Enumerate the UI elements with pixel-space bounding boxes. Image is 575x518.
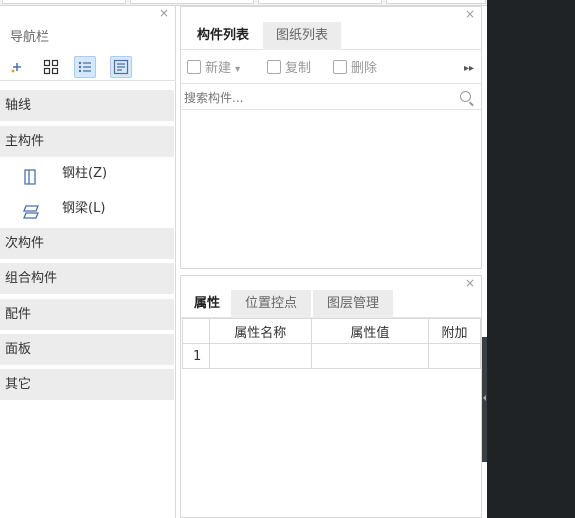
- collapse-arrow-icon[interactable]: [483, 395, 486, 401]
- steel-beam-icon: [22, 201, 39, 219]
- list-icon[interactable]: [74, 56, 96, 78]
- property-table: 属性名称 属性值 附加 1: [182, 318, 481, 369]
- row-index: 1: [182, 343, 210, 369]
- nav-category-other[interactable]: 其它: [0, 369, 174, 400]
- navigation-panel: × 导航栏 轴线 主构件 钢柱(Z) 钢梁(L) 次构件 组合构件 配件 面板 …: [0, 6, 176, 518]
- nav-title: 导航栏: [10, 30, 50, 45]
- top-tab-3[interactable]: [258, 0, 382, 4]
- tab-component-list[interactable]: 构件列表: [183, 22, 263, 50]
- header-property-value[interactable]: 属性值: [310, 318, 430, 344]
- nav-sub-steel-column[interactable]: 钢柱(Z): [0, 158, 174, 190]
- new-dropdown-icon[interactable]: ▾: [235, 64, 240, 75]
- header-extra[interactable]: 附加: [428, 318, 481, 344]
- header-property-name[interactable]: 属性名称: [208, 318, 312, 344]
- top-tab-2[interactable]: [130, 0, 254, 4]
- copy-label: 复制: [285, 61, 312, 76]
- cell-property-name[interactable]: [208, 343, 312, 369]
- copy-icon: [267, 60, 281, 74]
- tab-drawing-list[interactable]: 图纸列表: [263, 22, 341, 50]
- tab-position-control[interactable]: 位置控点: [231, 290, 311, 318]
- nav-sub-steel-beam[interactable]: 钢梁(L): [0, 193, 174, 225]
- delete-label: 删除: [351, 61, 378, 76]
- detail-icon[interactable]: [110, 56, 132, 78]
- component-panel: × 构件列表 图纸列表 新建 ▾ 复制 删除 ▸▸: [180, 6, 482, 269]
- steel-column-icon: [22, 166, 38, 185]
- cell-extra[interactable]: [428, 343, 481, 369]
- nav-category-main[interactable]: 主构件: [0, 126, 174, 157]
- nav-category-secondary[interactable]: 次构件: [0, 228, 174, 259]
- copy-button[interactable]: 复制: [267, 54, 311, 84]
- new-button[interactable]: 新建 ▾: [187, 54, 240, 84]
- component-toolbar: 新建 ▾ 复制 删除 ▸▸: [181, 54, 481, 84]
- steel-beam-label: 钢梁(L): [62, 201, 106, 216]
- property-tabs: 属性 位置控点 图层管理: [181, 290, 481, 318]
- header-index: [182, 318, 210, 344]
- search-icon[interactable]: [460, 91, 471, 102]
- top-tab-4[interactable]: [386, 0, 486, 4]
- nav-category-axis[interactable]: 轴线: [0, 90, 174, 121]
- top-tab-1[interactable]: [2, 0, 126, 4]
- component-panel-close-icon[interactable]: ×: [465, 7, 475, 21]
- property-panel: × 属性 位置控点 图层管理 属性名称 属性值 附加 1: [180, 275, 482, 518]
- component-search: [181, 86, 481, 110]
- viewport-area[interactable]: [487, 0, 575, 518]
- trash-icon: [333, 60, 347, 74]
- table-row[interactable]: 1: [182, 343, 481, 369]
- nav-close-icon[interactable]: ×: [159, 6, 169, 20]
- nav-category-accessory[interactable]: 配件: [0, 299, 174, 330]
- grid-icon[interactable]: [40, 56, 62, 78]
- tab-layer-management[interactable]: 图层管理: [313, 290, 393, 318]
- property-table-header: 属性名称 属性值 附加: [182, 318, 481, 344]
- nav-category-panel[interactable]: 面板: [0, 334, 174, 365]
- component-tabs: 构件列表 图纸列表: [181, 22, 481, 50]
- new-file-icon: [187, 60, 201, 74]
- new-label: 新建: [205, 61, 232, 76]
- nav-category-composite[interactable]: 组合构件: [0, 263, 174, 294]
- nav-toolbar: [0, 53, 176, 81]
- tab-properties[interactable]: 属性: [183, 290, 231, 318]
- property-panel-close-icon[interactable]: ×: [465, 276, 475, 290]
- delete-button[interactable]: 删除: [333, 54, 377, 84]
- add-icon[interactable]: [6, 56, 28, 78]
- cell-property-value[interactable]: [310, 343, 430, 369]
- steel-column-label: 钢柱(Z): [62, 166, 108, 181]
- search-input[interactable]: [184, 88, 454, 108]
- more-icon[interactable]: ▸▸: [464, 54, 474, 84]
